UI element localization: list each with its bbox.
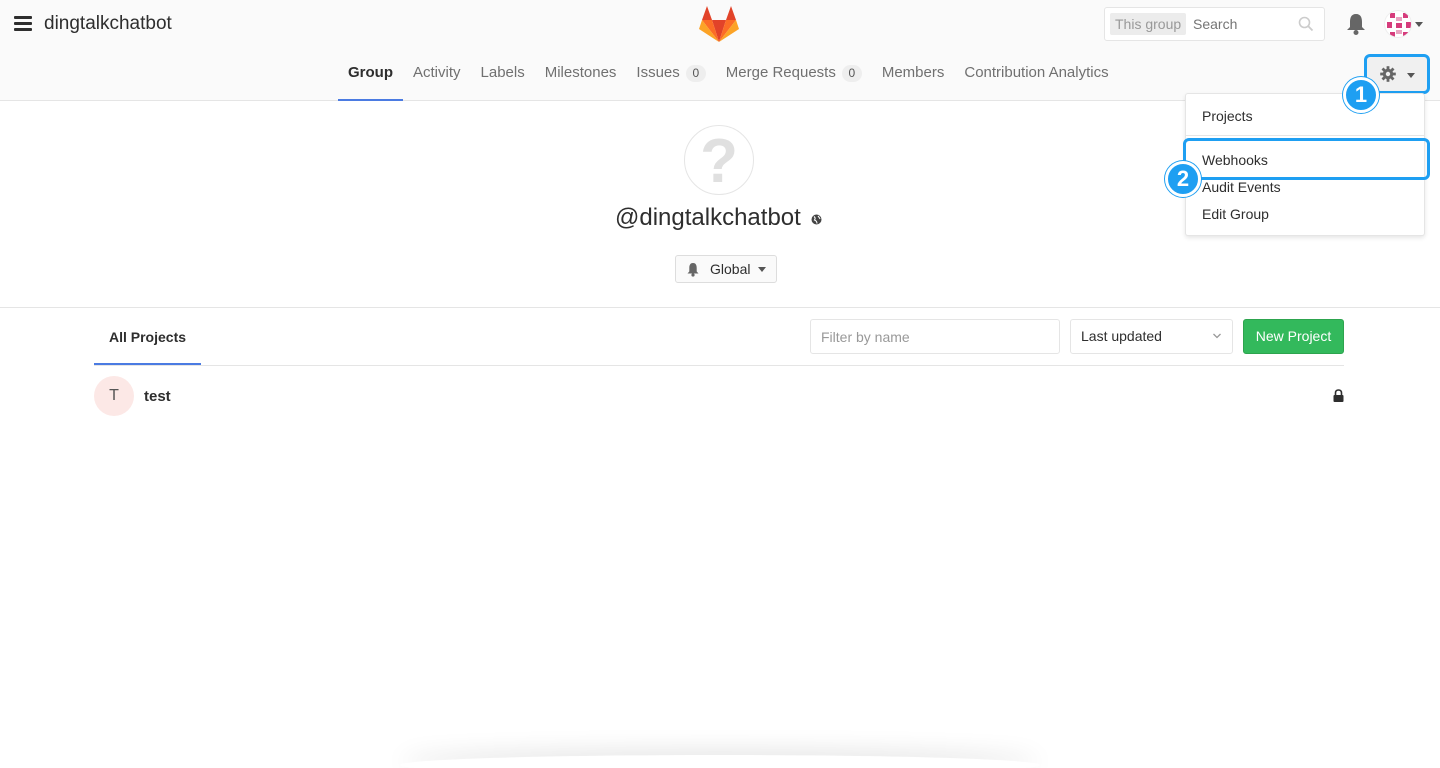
bottom-shadow (400, 755, 1040, 768)
callout-step-1: 1 (1343, 77, 1379, 113)
header-group-title[interactable]: dingtalkchatbot (44, 13, 172, 35)
tabs-divider (94, 365, 1344, 366)
new-project-button[interactable]: New Project (1243, 319, 1344, 354)
group-nav: Group Activity Labels Milestones Issues 0… (338, 48, 1119, 101)
globe-icon (811, 214, 822, 225)
chevron-down-icon (758, 267, 766, 272)
group-handle: @dingtalkchatbot (615, 204, 801, 231)
bell-icon (687, 263, 699, 277)
tab-group[interactable]: Group (338, 48, 403, 101)
hamburger-menu-icon[interactable] (14, 16, 32, 32)
notification-level-label: Global (710, 261, 751, 277)
notification-level-dropdown[interactable]: Global (675, 255, 777, 283)
notification-bell-icon[interactable] (1345, 12, 1367, 36)
chevron-down-icon (1213, 333, 1221, 339)
tab-labels[interactable]: Labels (471, 48, 535, 101)
lock-icon (1333, 389, 1344, 402)
search-input[interactable] (1193, 16, 1293, 32)
tab-milestones[interactable]: Milestones (535, 48, 627, 101)
tab-members[interactable]: Members (872, 48, 955, 101)
gear-icon (1380, 66, 1396, 82)
menu-item-projects[interactable]: Projects (1202, 108, 1253, 124)
section-divider (0, 307, 1440, 308)
tab-contribution-analytics[interactable]: Contribution Analytics (954, 48, 1118, 101)
tab-merge-requests[interactable]: Merge Requests 0 (716, 48, 872, 101)
top-header: dingtalkchatbot This group Search Group … (0, 0, 1440, 101)
menu-item-audit-events[interactable]: Audit Events (1202, 179, 1281, 195)
chevron-down-icon (1407, 73, 1415, 78)
user-menu-caret-icon[interactable] (1415, 22, 1423, 27)
tab-all-projects[interactable]: All Projects (94, 317, 201, 365)
tab-issues[interactable]: Issues 0 (626, 48, 715, 101)
menu-divider (1186, 135, 1424, 136)
filter-projects-input[interactable] (810, 319, 1060, 354)
issues-count-badge: 0 (685, 65, 706, 82)
project-avatar: T (94, 376, 134, 416)
sort-dropdown[interactable]: Last updated (1070, 319, 1233, 354)
user-avatar[interactable] (1384, 10, 1412, 38)
search-scope-badge[interactable]: This group (1110, 13, 1187, 35)
search-box[interactable]: This group (1104, 7, 1325, 41)
gitlab-logo-icon[interactable] (699, 5, 739, 43)
callout-step-2: 2 (1165, 161, 1201, 197)
webhooks-highlight (1183, 138, 1430, 180)
tab-activity[interactable]: Activity (403, 48, 471, 101)
group-avatar: ? (684, 125, 754, 196)
sort-dropdown-value: Last updated (1081, 328, 1162, 344)
search-icon (1298, 16, 1314, 32)
menu-item-edit-group[interactable]: Edit Group (1202, 206, 1269, 222)
project-name[interactable]: test (144, 388, 171, 405)
merge-requests-count-badge: 0 (841, 65, 862, 82)
project-row[interactable]: T test (94, 376, 1344, 416)
page: dingtalkchatbot This group Search Group … (0, 0, 1440, 768)
